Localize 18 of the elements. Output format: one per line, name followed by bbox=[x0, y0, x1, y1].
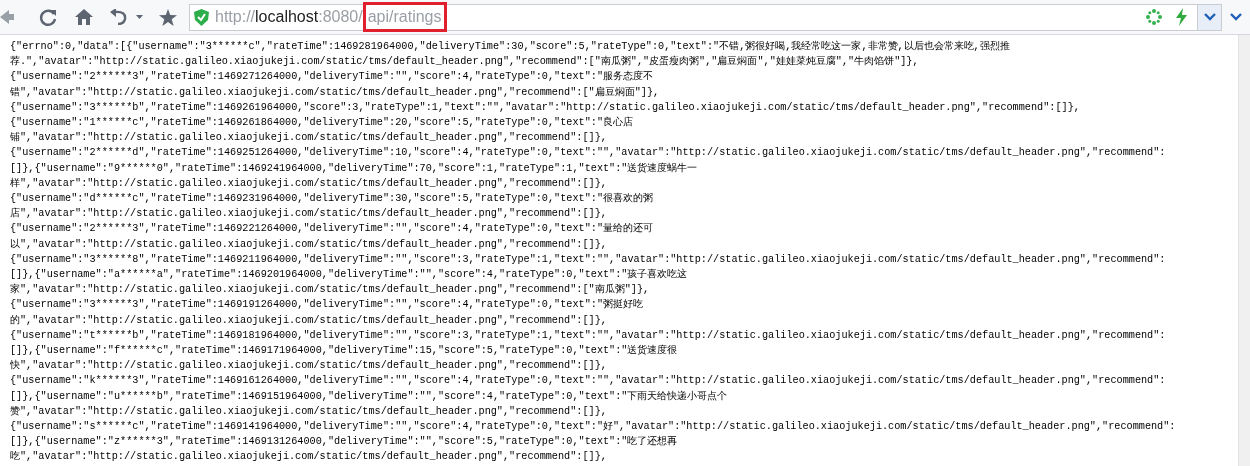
star-icon[interactable] bbox=[159, 8, 177, 26]
shield-icon bbox=[194, 8, 209, 26]
url-scheme: http:// bbox=[215, 9, 256, 25]
lightning-icon[interactable] bbox=[1176, 8, 1187, 26]
scrollbar[interactable] bbox=[1238, 35, 1250, 466]
chevron-down-icon bbox=[1203, 13, 1216, 21]
chevron-down-icon[interactable] bbox=[1230, 13, 1242, 21]
url-host: localhost bbox=[255, 9, 319, 25]
json-response-text: {"errno":0,"data":[{"username":"3******c","rateTime":1469281964000,"deliveryTime":30,"score":5,"rateType":0,"text":"不错,粥很好喝,我经常吃这一家,非常赞,以后也会常来吃,强烈推 荐.","avatar":"http://static.galileo.xiaojukeji.com/static/tms/default_header.png","recommend":["南瓜粥","皮蛋瘦肉粥","扁豆焖面","娃娃菜炖豆腐","牛肉馅饼"]}, {"username":"2******3","rateTime":1469271264000,"deliveryTime":"","score":4,"rateType":0,"text":"服务态度不 错","avatar":"http://static.galileo.xiaojukeji.com/static/tms/default_header.png","recommend":["扁豆焖面"]}, {"username":"3******b","rateTime":1469261964000,"score":3,"rateType":1,"text":"","avatar":"http://static.galileo.xiaojukeji.com/static/tms/default_header.png","recommend":[]}, {"username":"1******c","rateTime":1469261864000,"deliveryTime":20,"score":5,"rateType":0,"text":"良心店 铺","avatar":"http://static.galileo.xiaojukeji.com/static/tms/default_header.png","recommend":[]}, {"username":"2******d","rateTime":1469251264000,"deliveryTime":10,"score":4,"rateType":0,"text":"","avatar":"http://static.galileo.xiaojukeji.com/static/tms/default_header.png","recommend": []},{"username":"9******0","rateTime":1469241964000,"deliveryTime":70,"score":1,"rateType":1,"text":"送货速度蜗牛一 样","avatar":"http://static.galileo.xiaojukeji.com/static/tms/default_header.png","recommend":[]}, {"username":"d******c","rateTime":1469231964000,"deliveryTime":30,"score":5,"rateType":0,"text":"很喜欢的粥 店","avatar":"http://static.galileo.xiaojukeji.com/static/tms/default_header.png","recommend":[]}, {"username":"2******3","rateTime":1469221264000,"deliveryTime":"","score":4,"rateType":0,"text":"量给的还可 以","avatar":"http://static.galileo.xiaojukeji.com/static/tms/default_header.png","recommend":[]}, {"username":"3******8","rateTime":1469211964000,"deliveryTime":"","score":3,"rateType":1,"text":"","avatar":"http://static.galileo.xiaojukeji.com/static/tms/default_header.png","recommend": []},{"username":"a******a","rateTime":1469201964000,"deliveryTime":"","score":4,"rateType":0,"text":"孩子喜欢吃这 家","avatar":"http://static.galileo.xiaojukeji.com/static/tms/default_header.png","recommend":["南瓜粥"]}, {"username":"3******3","rateTime":1469191264000,"deliveryTime":"","score":4,"rateType":0,"text":"粥挺好吃 的","avatar":"http://static.galileo.xiaojukeji.com/static/tms/default_header.png","recommend":[]}, {"username":"t******b","rateTime":1469181964000,"deliveryTime":"","score":3,"rateType":1,"text":"","avatar":"http://static.galileo.xiaojukeji.com/static/tms/default_header.png","recommend": []},{"username":"f******c","rateTime":1469171964000,"deliveryTime":15,"score":5,"rateType":0,"text":"送货速度很 快","avatar":"http://static.galileo.xiaojukeji.com/static/tms/default_header.png","recommend":[]}, {"username":"k******3","rateTime":1469161264000,"deliveryTime":"","score":4,"rateType":0,"text":"","avatar":"http://static.galileo.xiaojukeji.com/static/tms/default_header.png","recommend": []},{"username":"u******b","rateTime":1469151964000,"deliveryTime":"","score":4,"rateType":0,"text":"下雨天给快递小哥点个 赞","avatar":"http://static.galileo.xiaojukeji.com/static/tms/default_header.png","recommend":[]}, {"username":"s******c","rateTime":1469141964000,"deliveryTime":"","score":4,"rateType":0,"text":"好","avatar":"http://static.galileo.xiaojukeji.com/static/tms/default_header.png","recommend": []},{"username":"z******3","rateTime":1469131264000,"deliveryTime":"","score":5,"rateType":0,"text":"吃了还想再 吃","avatar":"http://static.galileo.xiaojukeji.com/static/tms/default_header.png","recommend":[]}, bbox=[9, 39, 1177, 465]
undo-icon[interactable] bbox=[110, 9, 128, 25]
dropdown-button[interactable] bbox=[1197, 4, 1221, 30]
address-bar[interactable]: http://localhost:8080/ api/ratings bbox=[189, 3, 1222, 31]
highlighted-url-path: api/ratings bbox=[362, 2, 447, 32]
home-icon[interactable] bbox=[74, 8, 94, 26]
refresh-icon[interactable] bbox=[38, 7, 58, 27]
caret-icon[interactable] bbox=[136, 15, 143, 19]
spinner-icon[interactable] bbox=[1146, 9, 1162, 25]
url-path: :8080/ bbox=[318, 9, 363, 25]
